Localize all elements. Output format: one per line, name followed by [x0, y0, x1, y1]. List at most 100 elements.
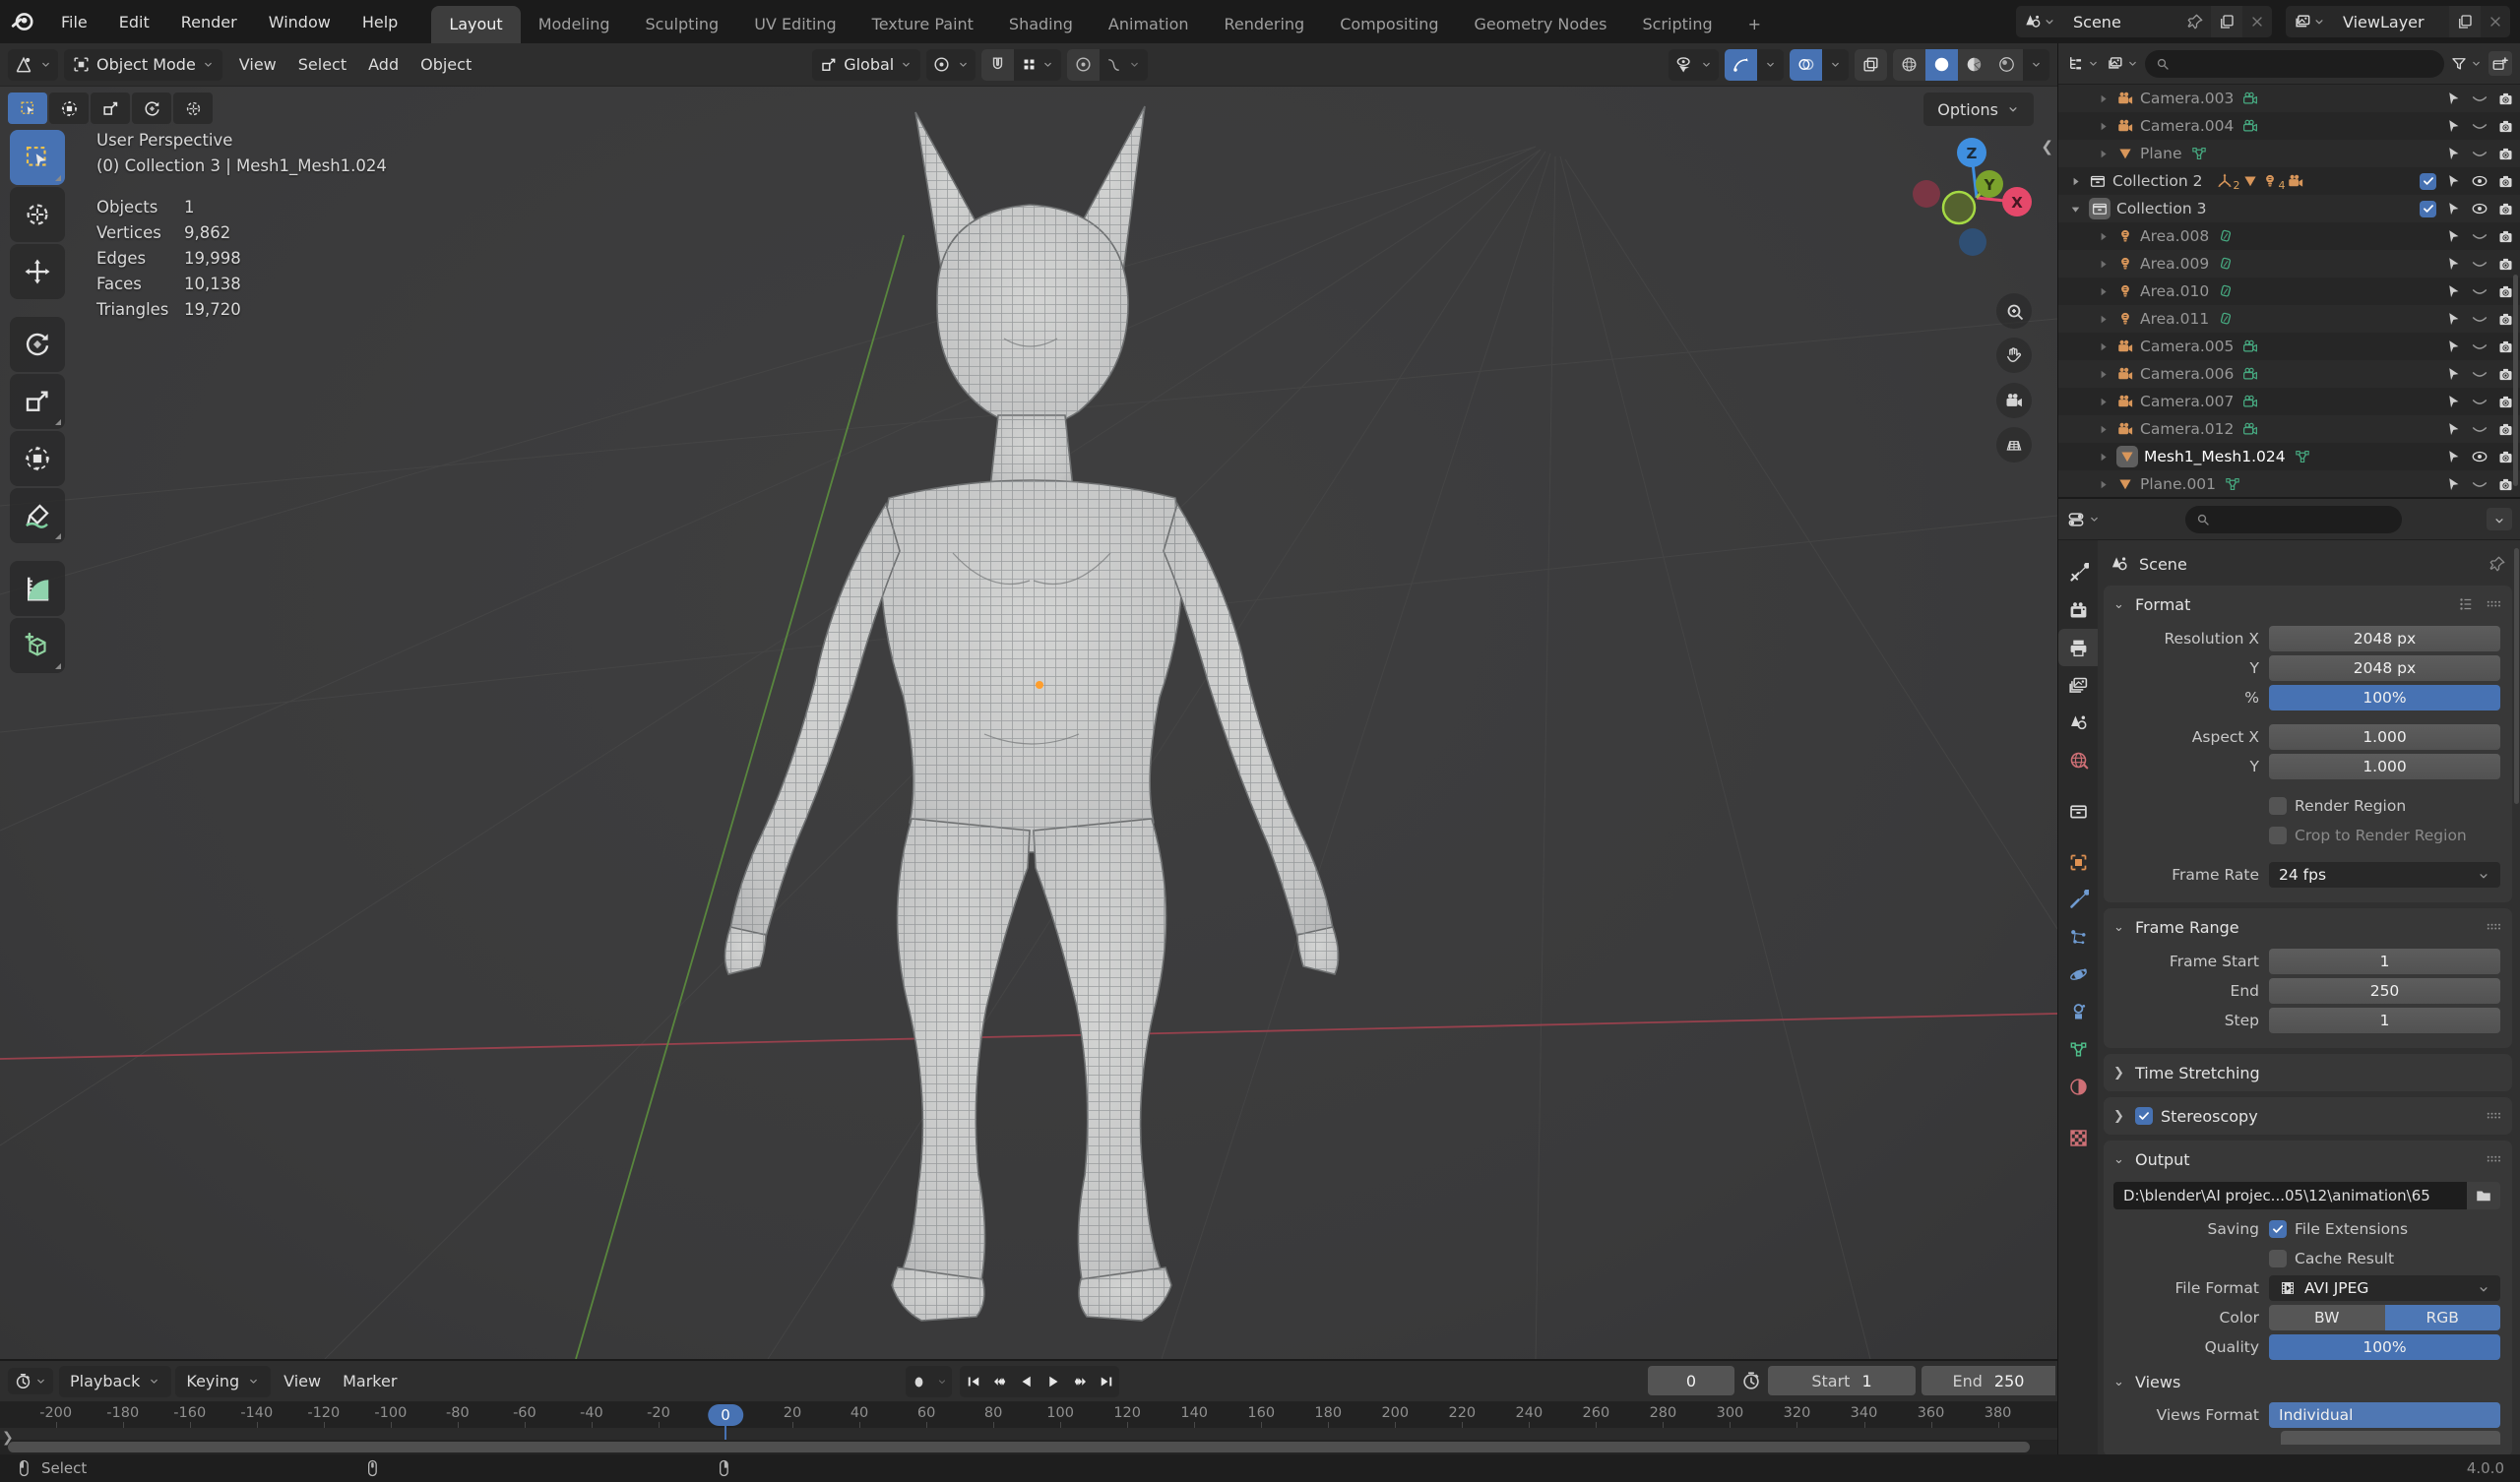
ortho-toggle-button[interactable] [1996, 427, 2032, 463]
eye-closed-icon[interactable] [2471, 117, 2488, 135]
expand-icon[interactable] [2096, 284, 2110, 299]
shading-material-button[interactable] [1958, 48, 1990, 81]
jump-prev-keyframe-button[interactable] [986, 1366, 1013, 1397]
eye-closed-icon[interactable] [2471, 282, 2488, 300]
viewport-menu-object[interactable]: Object [410, 49, 482, 81]
navigation-gizmo[interactable]: Z Y X [1905, 137, 2033, 269]
shading-solid-button[interactable] [1925, 48, 1958, 81]
value-field[interactable]: 2048 px [2269, 655, 2500, 681]
eye-closed-icon[interactable] [2471, 227, 2488, 245]
new-collection-button[interactable] [2488, 50, 2512, 77]
panel-header-stereoscopy[interactable]: ❯ Stereoscopy [2104, 1097, 2512, 1135]
eye-closed-icon[interactable] [2471, 90, 2488, 107]
preview-range-clock-icon[interactable] [1740, 1370, 1762, 1391]
properties-tab-modifiers[interactable] [2058, 881, 2098, 918]
tab-compositing[interactable]: Compositing [1322, 6, 1456, 43]
outliner-row[interactable]: Collection 3 [2058, 195, 2520, 222]
outliner-row[interactable]: Camera.012 [2058, 415, 2520, 443]
outliner-row[interactable]: Camera.003 [2058, 85, 2520, 112]
properties-tab-output[interactable] [2058, 629, 2098, 666]
timeline-menu-keying[interactable]: Keying [175, 1365, 272, 1397]
viewlayer-browse-button[interactable] [2286, 6, 2333, 37]
properties-tab-constraints[interactable] [2058, 993, 2098, 1030]
render-visibility-icon[interactable] [2497, 173, 2514, 190]
checkbox-cache-result[interactable]: Cache Result [2269, 1250, 2500, 1267]
timeline-expander-icon[interactable]: ❯ [2, 1430, 14, 1446]
output-path-field[interactable]: D:\blender\AI projec...05\12\animation\6… [2113, 1182, 2467, 1209]
properties-tab-object[interactable] [2058, 843, 2098, 881]
outliner-item-label[interactable]: Plane.001 [2140, 475, 2216, 493]
tab-modeling[interactable]: Modeling [521, 6, 628, 43]
play-button[interactable] [1040, 1366, 1066, 1397]
select-mode-0[interactable] [8, 93, 47, 124]
expand-icon[interactable] [2096, 340, 2110, 354]
viewlayer-name[interactable]: ViewLayer [2333, 13, 2449, 31]
timeline-menu-marker[interactable]: Marker [332, 1366, 408, 1397]
checkbox-file-extensions[interactable]: File Extensions [2269, 1220, 2500, 1238]
outliner-row[interactable]: Area.008 [2058, 222, 2520, 250]
render-visibility-icon[interactable] [2497, 118, 2514, 135]
expand-icon[interactable] [2096, 450, 2110, 464]
select-mode-3[interactable] [132, 93, 171, 124]
outliner-row[interactable]: Camera.005 [2058, 333, 2520, 360]
expand-icon[interactable] [2096, 367, 2110, 382]
expand-icon[interactable] [2096, 477, 2110, 492]
properties-tab-world[interactable] [2058, 741, 2098, 778]
slider-Quality[interactable]: 100% [2269, 1334, 2500, 1360]
checkbox-render-region[interactable]: Render Region [2269, 797, 2500, 815]
frame-end-field[interactable]: End 250 [1922, 1366, 2055, 1395]
add-cube-tool[interactable] [10, 618, 65, 673]
gizmo-dropdown[interactable] [1757, 49, 1784, 81]
outliner-display-mode-dropdown[interactable] [2066, 54, 2100, 73]
dropdown-file-format[interactable]: AVI JPEG [2269, 1275, 2500, 1301]
properties-tab-view-layer[interactable] [2058, 666, 2098, 704]
auto-keying-dropdown[interactable] [932, 1366, 952, 1397]
render-visibility-icon[interactable] [2497, 476, 2514, 493]
eye-closed-icon[interactable] [2471, 310, 2488, 328]
blender-logo-icon[interactable] [0, 9, 45, 34]
timeline-editor-type-button[interactable] [8, 1368, 53, 1394]
mode-dropdown[interactable]: Object Mode [64, 48, 222, 81]
outliner-row[interactable]: Area.010 [2058, 278, 2520, 305]
annotate-tool[interactable] [10, 488, 65, 543]
outliner-row[interactable]: Area.011 [2058, 305, 2520, 333]
timeline-menu-playback[interactable]: Playback [59, 1365, 172, 1397]
show-overlays-toggle[interactable] [1790, 48, 1822, 81]
render-visibility-icon[interactable] [2497, 146, 2514, 162]
tab-layout[interactable]: Layout [431, 6, 521, 43]
outliner-item-label[interactable]: Collection 3 [2116, 200, 2206, 217]
pin-icon[interactable] [2488, 555, 2506, 573]
add-workspace-button[interactable]: + [1731, 6, 1779, 43]
outliner-item-label[interactable]: Camera.003 [2140, 90, 2234, 107]
scale-tool[interactable] [10, 374, 65, 429]
outliner-row[interactable]: Area.009 [2058, 250, 2520, 278]
transform-tool[interactable] [10, 431, 65, 486]
expand-icon[interactable] [2096, 119, 2110, 134]
jump-to-end-button[interactable] [1093, 1366, 1119, 1397]
scene-browse-button[interactable] [2016, 6, 2063, 37]
tab-shading[interactable]: Shading [991, 6, 1091, 43]
tab-geometry-nodes[interactable]: Geometry Nodes [1457, 6, 1625, 43]
outliner-item-label[interactable]: Area.011 [2140, 310, 2209, 328]
current-frame-field[interactable]: 0 [1648, 1366, 1734, 1395]
transform-orientation-dropdown[interactable]: Global [812, 48, 921, 81]
outliner-item-label[interactable]: Area.009 [2140, 255, 2209, 273]
expand-icon[interactable] [2096, 92, 2110, 106]
timeline-ruler[interactable]: -200 -180 -160 -140 -120 -100 -80 -60 -40 -20 20 40… [0, 1402, 2057, 1428]
panel-checkbox[interactable] [2135, 1107, 2153, 1125]
expand-icon[interactable] [2096, 312, 2110, 327]
viewport-3d[interactable]: Object Mode View Select Add Object Global [0, 43, 2057, 1359]
render-visibility-icon[interactable] [2497, 449, 2514, 465]
xray-toggle[interactable] [1855, 48, 1887, 81]
properties-search-input[interactable] [2185, 505, 2402, 533]
frame-start-field[interactable]: Start 1 [1768, 1366, 1916, 1395]
outliner-item-label[interactable]: Plane [2140, 145, 2182, 162]
outliner-row[interactable]: Camera.007 [2058, 388, 2520, 415]
viewport-menu-add[interactable]: Add [357, 49, 410, 81]
measure-tool[interactable] [10, 561, 65, 616]
value-field[interactable]: 1.000 [2269, 754, 2500, 779]
eye-closed-icon[interactable] [2471, 255, 2488, 273]
eye-closed-icon[interactable] [2471, 420, 2488, 438]
select-mode-2[interactable] [91, 93, 130, 124]
delete-viewlayer-button[interactable] [2481, 6, 2510, 37]
